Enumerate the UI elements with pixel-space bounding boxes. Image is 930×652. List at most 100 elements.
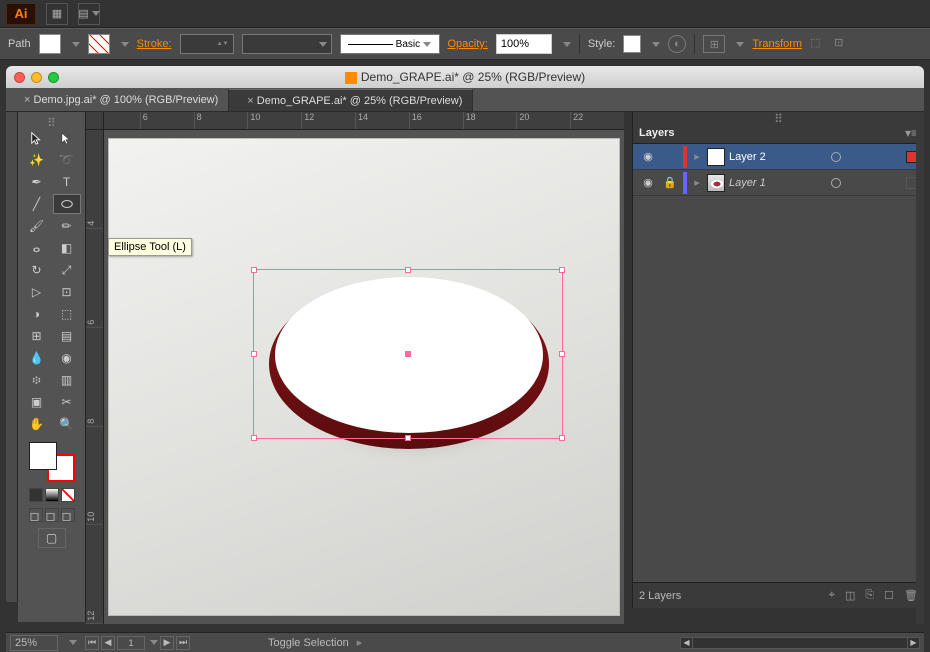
gradient-tool[interactable]: ▤	[53, 326, 81, 346]
tools-collapse-strip[interactable]	[6, 112, 18, 602]
layer-name[interactable]: Layer 2	[729, 151, 766, 163]
paintbrush-tool[interactable]: 🖌	[23, 216, 51, 236]
graphic-style-swatch[interactable]	[623, 35, 641, 53]
status-menu-icon[interactable]: ▸	[357, 636, 363, 649]
zoom-window-button[interactable]	[48, 72, 59, 83]
next-artboard-button[interactable]: ▶	[160, 636, 174, 650]
app-logo[interactable]: Ai	[6, 3, 36, 25]
symbol-sprayer-tool[interactable]: ፨	[23, 370, 51, 390]
artboard-tool[interactable]: ▣	[23, 392, 51, 412]
variable-width-profile[interactable]	[242, 34, 332, 54]
prev-artboard-button[interactable]: ◀	[101, 636, 115, 650]
scale-tool[interactable]: ⤢	[53, 260, 81, 280]
align-icon[interactable]: ⊞	[703, 35, 725, 53]
layer-row[interactable]: ◉ ▸ Layer 2	[633, 144, 924, 170]
perspective-grid-tool[interactable]: ⬚	[53, 304, 81, 324]
document-tab[interactable]: × Demo.jpg.ai* @ 100% (RGB/Preview)	[6, 89, 229, 111]
blob-brush-tool[interactable]: ⴰ	[23, 238, 51, 258]
disclosure-triangle-icon[interactable]: ▸	[691, 176, 703, 189]
transform-panel-icon[interactable]: ⊡	[834, 36, 850, 52]
document-tab[interactable]: × Demo_GRAPE.ai* @ 25% (RGB/Preview)	[229, 89, 473, 111]
panel-grip-icon[interactable]: ⠿	[633, 112, 924, 122]
layers-panel-tab[interactable]: Layers	[639, 127, 674, 139]
make-clipping-mask-icon[interactable]: ◫	[845, 589, 855, 602]
arrange-docs-icon[interactable]: ▤	[78, 3, 100, 25]
layer-name[interactable]: Layer 1	[729, 177, 766, 189]
selection-handle[interactable]	[251, 351, 257, 357]
target-icon[interactable]	[831, 178, 841, 188]
zoom-level-input[interactable]: 25%	[10, 635, 58, 651]
mesh-tool[interactable]: ⊞	[23, 326, 51, 346]
stroke-weight-input[interactable]: ▲▼	[180, 34, 234, 54]
selection-handle[interactable]	[251, 267, 257, 273]
fill-swatch[interactable]	[39, 34, 61, 54]
stroke-dropdown-icon[interactable]	[121, 42, 129, 47]
gradient-mode-icon[interactable]	[45, 488, 59, 502]
disclosure-triangle-icon[interactable]: ▸	[691, 150, 703, 163]
column-graph-tool[interactable]: ▥	[53, 370, 81, 390]
stroke-swatch[interactable]	[88, 34, 110, 54]
width-tool[interactable]: ▷	[23, 282, 51, 302]
draw-inside-icon[interactable]: ◻	[61, 508, 75, 522]
zoom-tool[interactable]: 🔍	[53, 414, 81, 434]
bridge-icon[interactable]: ▦	[46, 3, 68, 25]
close-tab-icon[interactable]: ×	[24, 94, 30, 106]
color-mode-icon[interactable]	[29, 488, 43, 502]
free-transform-tool[interactable]: ⊡	[53, 282, 81, 302]
selection-handle[interactable]	[251, 435, 257, 441]
magic-wand-tool[interactable]: ✨	[23, 150, 51, 170]
create-sublayer-icon[interactable]: ⎘	[865, 589, 874, 602]
lasso-tool[interactable]: ➰	[53, 150, 81, 170]
draw-behind-icon[interactable]: ◻	[45, 508, 59, 522]
screen-mode-icon[interactable]: ▢	[38, 528, 66, 548]
horizontal-scrollbar[interactable]: ◀ ▶	[680, 637, 920, 649]
vertical-ruler[interactable]: 4681012	[86, 130, 104, 624]
scroll-left-icon[interactable]: ◀	[681, 638, 693, 648]
minimize-window-button[interactable]	[31, 72, 42, 83]
first-artboard-button[interactable]: ⏮	[85, 636, 99, 650]
visibility-toggle-icon[interactable]: ◉	[639, 150, 657, 163]
eraser-tool[interactable]: ◧	[53, 238, 81, 258]
hand-tool[interactable]: ✋	[23, 414, 51, 434]
none-mode-icon[interactable]	[61, 488, 75, 502]
brush-definition[interactable]: Basic	[340, 34, 440, 54]
opacity-link[interactable]: Opacity:	[448, 38, 488, 50]
shape-builder-tool[interactable]: ◑	[23, 304, 51, 324]
rotate-tool[interactable]: ↻	[23, 260, 51, 280]
close-tab-icon[interactable]: ×	[247, 95, 253, 107]
recolor-artwork-icon[interactable]: ◐	[668, 35, 686, 53]
selection-handle[interactable]	[405, 267, 411, 273]
selection-handle[interactable]	[405, 435, 411, 441]
pen-tool[interactable]: ✒	[23, 172, 51, 192]
opacity-input[interactable]: 100%	[496, 34, 552, 54]
right-dock-strip[interactable]	[916, 130, 924, 624]
style-dropdown-icon[interactable]	[652, 42, 660, 47]
isolate-icon[interactable]: ⬚	[810, 36, 826, 52]
ruler-origin[interactable]	[86, 112, 104, 130]
stroke-link[interactable]: Stroke:	[137, 38, 172, 50]
canvas[interactable]: Ellipse Tool (L)	[104, 130, 624, 624]
line-segment-tool[interactable]: ╱	[23, 194, 51, 214]
selection-handle[interactable]	[559, 267, 565, 273]
pencil-tool[interactable]: ✏	[53, 216, 81, 236]
draw-normal-icon[interactable]: ◻	[29, 508, 43, 522]
fill-color-swatch[interactable]	[29, 442, 57, 470]
transform-link[interactable]: Transform	[752, 38, 802, 50]
selection-handle[interactable]	[559, 435, 565, 441]
blend-tool[interactable]: ◉	[53, 348, 81, 368]
locate-object-icon[interactable]: ⌖	[829, 589, 835, 602]
slice-tool[interactable]: ✂	[53, 392, 81, 412]
selection-handle[interactable]	[559, 351, 565, 357]
layer-row[interactable]: ◉ 🔒 ▸ Layer 1	[633, 170, 924, 196]
selection-bounding-box[interactable]	[253, 269, 563, 439]
new-layer-icon[interactable]: ☐	[884, 589, 894, 602]
scroll-right-icon[interactable]: ▶	[907, 638, 919, 648]
fill-dropdown-icon[interactable]	[72, 42, 80, 47]
zoom-dropdown-icon[interactable]	[69, 640, 77, 645]
target-icon[interactable]	[831, 152, 841, 162]
last-artboard-button[interactable]: ⏭	[176, 636, 190, 650]
close-window-button[interactable]	[14, 72, 25, 83]
direct-selection-tool[interactable]	[53, 128, 81, 148]
selection-tool[interactable]	[23, 128, 51, 148]
type-tool[interactable]: T	[53, 172, 81, 192]
